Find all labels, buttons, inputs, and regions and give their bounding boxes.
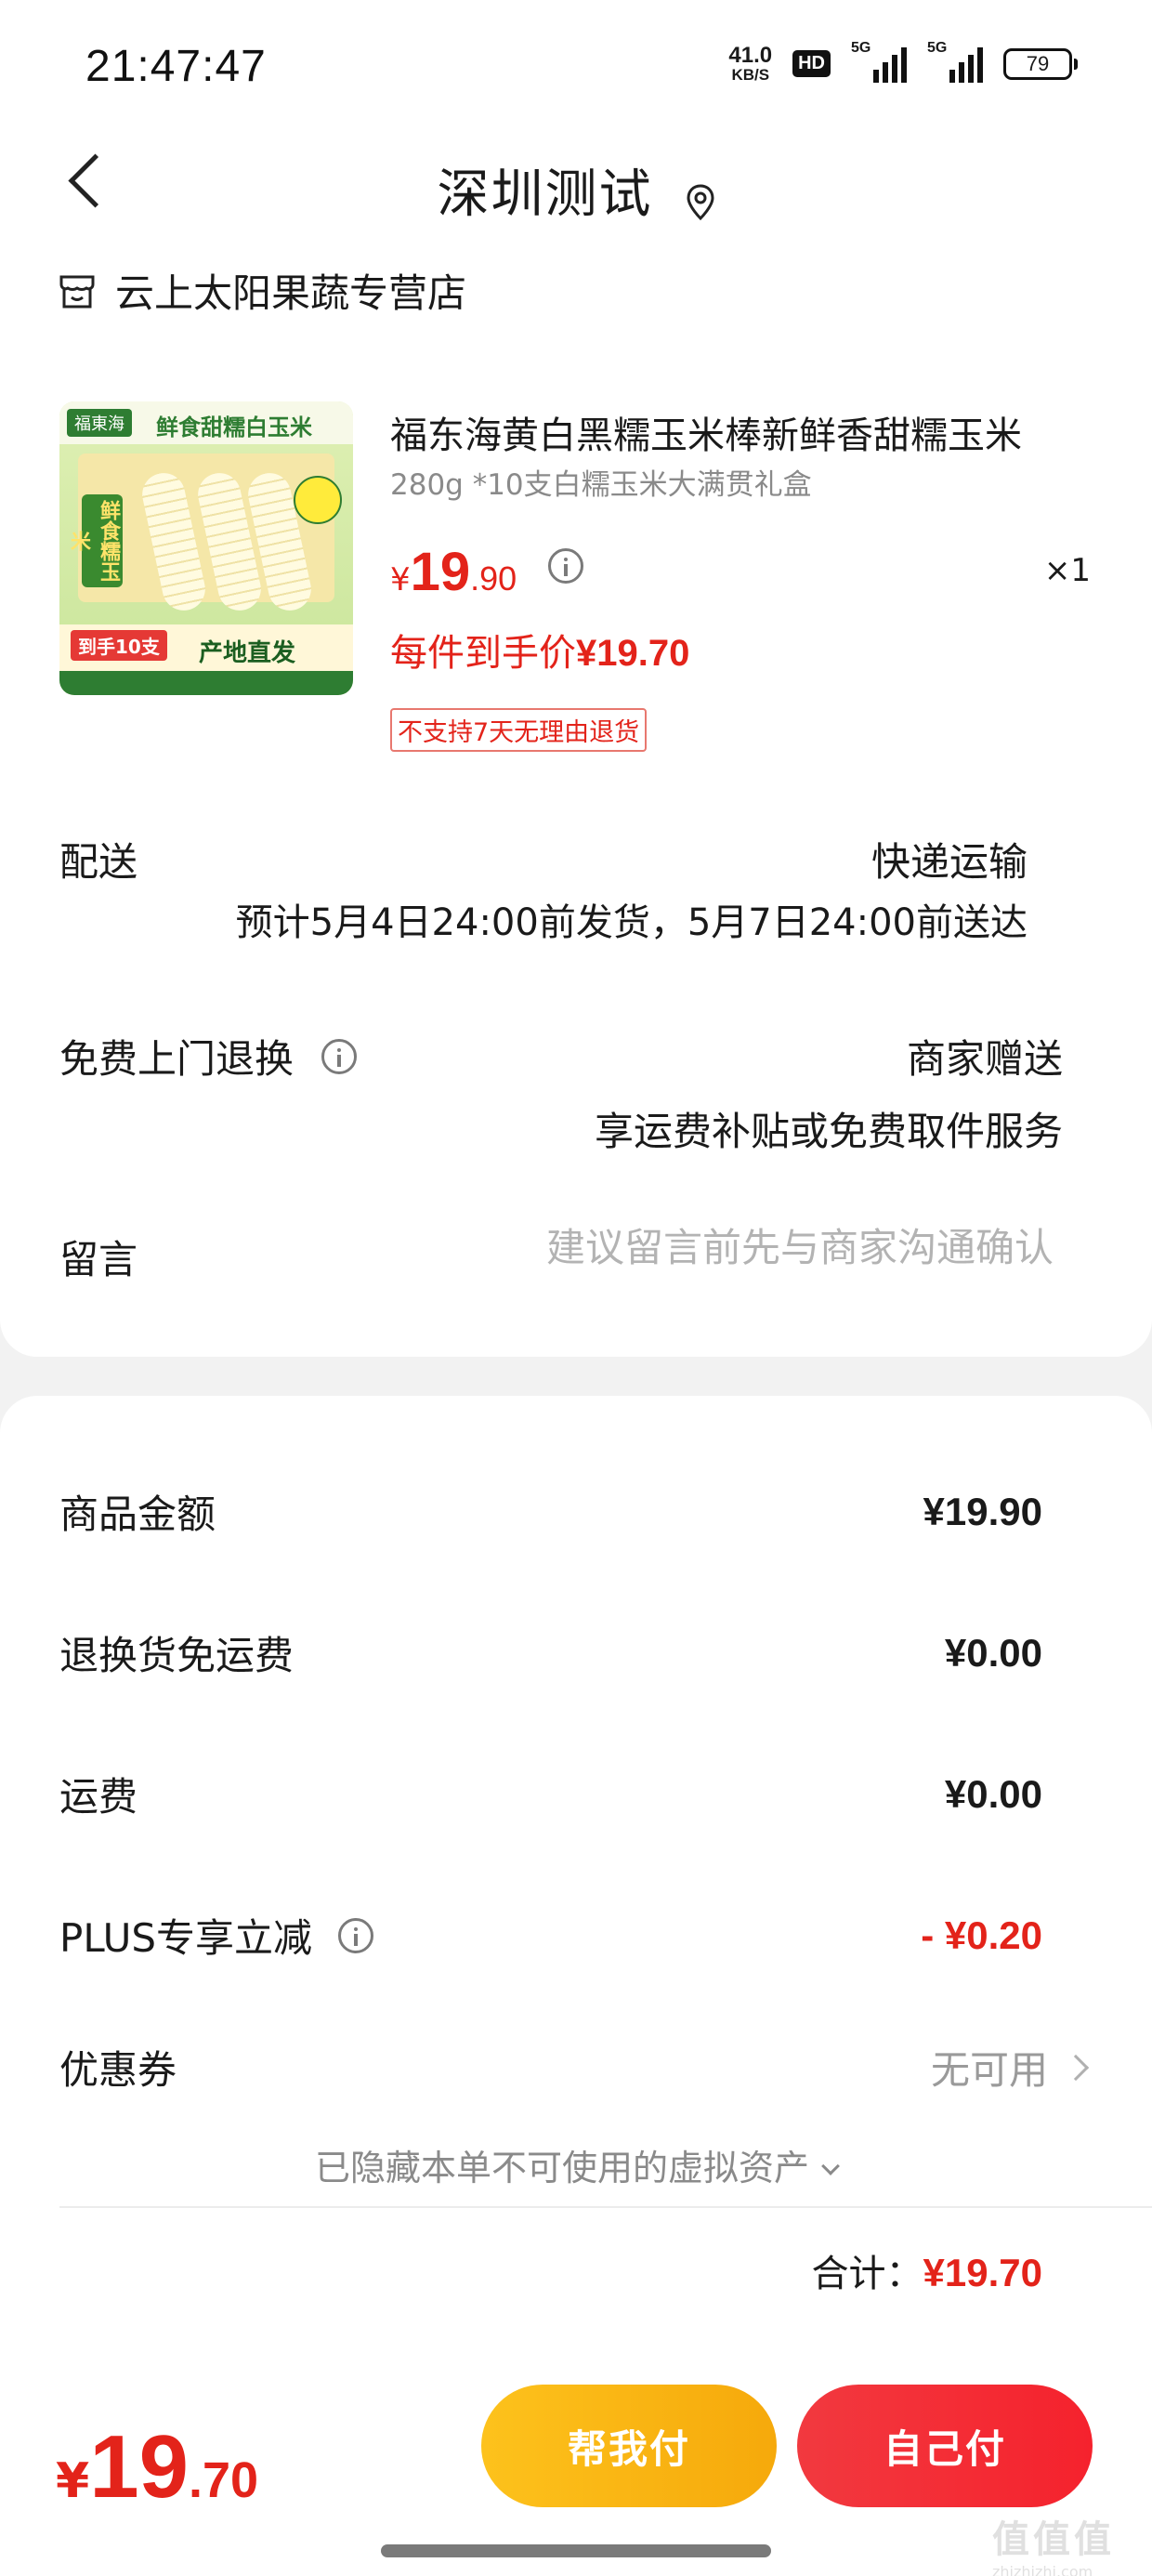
shipping-value: ¥0.00 bbox=[944, 1771, 1042, 1816]
signal-label-secondary: 5G bbox=[927, 39, 948, 56]
signal-5g-icon: 5G bbox=[851, 40, 907, 83]
summary-goods-amount-row: 商品金额 ¥19.90 bbox=[59, 1483, 1042, 1540]
product-image-tag: 到手10支 bbox=[71, 630, 167, 661]
price-summary-card bbox=[0, 1396, 1152, 2362]
price-currency: ¥ bbox=[390, 561, 411, 598]
final-price-label: 每件到手价 bbox=[390, 632, 576, 675]
network-speed-value: 41.0 bbox=[728, 43, 773, 68]
total-label: 合计： bbox=[811, 2253, 923, 2295]
order-card: 云上太阳果蔬专营店 福東海 鲜食甜糯白玉米 鲜食糯玉米 到手10支 产地直发 福… bbox=[0, 242, 1152, 1357]
product-image-headline: 鲜食甜糯白玉米 bbox=[156, 414, 312, 440]
chevron-right-icon bbox=[1062, 2054, 1090, 2081]
summary-plus-discount-row: PLUS专享立减 - ¥0.20 bbox=[59, 1907, 1042, 1964]
product-quantity: ×1 bbox=[1043, 552, 1091, 589]
return-service-label-row: 免费上门退换 bbox=[59, 1028, 358, 1084]
shipping-label: 运费 bbox=[59, 1774, 138, 1820]
final-price: 每件到手价¥19.70 bbox=[390, 623, 689, 677]
network-speed: 41.0 KB/S bbox=[728, 43, 773, 84]
delivery-estimate: 预计5月4日24:00前发货，5月7日24:00前送达 bbox=[235, 901, 1028, 944]
home-indicator[interactable] bbox=[381, 2544, 771, 2557]
page-title: 深圳测试 bbox=[437, 164, 653, 225]
header-title-wrap: 深圳测试 bbox=[0, 152, 1152, 228]
coupon-value-wrap: 无可用 bbox=[930, 2039, 1090, 2096]
signal-label: 5G bbox=[851, 39, 871, 56]
return-policy-badge: 不支持7天无理由退货 bbox=[390, 708, 648, 752]
product-image-brand: 福東海 bbox=[67, 409, 132, 437]
status-icons: 41.0 KB/S HD 5G 5G 79 bbox=[728, 40, 1078, 84]
product-image-origin: 产地直发 bbox=[199, 639, 296, 667]
store-icon bbox=[59, 275, 95, 308]
battery-icon: 79 bbox=[1003, 47, 1078, 80]
header: 深圳测试 bbox=[0, 130, 1152, 242]
pay-amount: ¥ 19 .70 bbox=[56, 2416, 258, 2518]
divider bbox=[59, 2206, 1152, 2208]
network-speed-unit: KB/S bbox=[731, 66, 770, 84]
goods-amount-value: ¥19.90 bbox=[923, 1489, 1042, 1533]
self-pay-button[interactable]: 自己付 bbox=[797, 2385, 1093, 2507]
watermark-url: zhizhizhi.com bbox=[992, 2563, 1093, 2576]
coupon-value: 无可用 bbox=[930, 2047, 1048, 2093]
return-service-info-icon[interactable] bbox=[321, 1038, 358, 1074]
message-input[interactable] bbox=[478, 1225, 1054, 1270]
product-price: ¥ 19 .90 bbox=[390, 541, 517, 603]
shop-row[interactable]: 云上太阳果蔬专营店 bbox=[58, 262, 466, 319]
plus-discount-info-icon[interactable] bbox=[338, 1917, 374, 1953]
watermark-logo: 值值值 zhizhizhi.com bbox=[992, 2509, 1141, 2576]
status-bar: 21:47:47 41.0 KB/S HD 5G 5G 79 bbox=[0, 0, 1152, 130]
product-title[interactable]: 福东海黄白黑糯玉米棒新鲜香甜糯玉米 bbox=[390, 405, 1068, 459]
plus-discount-value: - ¥0.20 bbox=[921, 1912, 1042, 1957]
status-time: 21:47:47 bbox=[85, 42, 267, 91]
summary-coupon-row[interactable]: 优惠券 无可用 bbox=[59, 2039, 1090, 2096]
pay-amount-decimal: .70 bbox=[188, 2452, 259, 2508]
chevron-down-icon bbox=[821, 2157, 840, 2175]
battery-level: 79 bbox=[1003, 47, 1072, 80]
hd-voice-icon: HD bbox=[792, 50, 831, 77]
return-service-label: 免费上门退换 bbox=[59, 1036, 295, 1082]
signal-5g-secondary-icon: 5G bbox=[927, 40, 983, 83]
summary-return-shipping-row: 退换货免运费 ¥0.00 bbox=[59, 1624, 1042, 1681]
pay-amount-integer: 19 bbox=[89, 2417, 189, 2517]
price-info-icon[interactable] bbox=[548, 548, 583, 584]
summary-shipping-row: 运费 ¥0.00 bbox=[59, 1766, 1042, 1822]
message-label: 留言 bbox=[59, 1237, 138, 1282]
coupon-label: 优惠券 bbox=[59, 2047, 177, 2093]
plus-discount-label-wrap: PLUS专享立减 bbox=[59, 1907, 374, 1964]
total-amount: ¥19.70 bbox=[923, 2251, 1042, 2294]
return-service-provider: 商家赠送 bbox=[906, 1036, 1063, 1082]
pay-currency: ¥ bbox=[56, 2453, 90, 2509]
watermark-glyphs: 值值值 bbox=[992, 2518, 1115, 2561]
final-price-value: ¥19.70 bbox=[576, 633, 690, 674]
plus-discount-label: PLUS专享立减 bbox=[59, 1915, 313, 1961]
return-shipping-value: ¥0.00 bbox=[944, 1630, 1042, 1675]
product-spec: 280g *10支白糯玉米大满贯礼盒 bbox=[390, 468, 812, 502]
product-image[interactable]: 福東海 鲜食甜糯白玉米 鲜食糯玉米 到手10支 产地直发 bbox=[59, 401, 353, 695]
price-decimal: .90 bbox=[470, 559, 517, 598]
hidden-assets-toggle[interactable]: 已隐藏本单不可使用的虚拟资产 bbox=[0, 2139, 1152, 2190]
goods-amount-label: 商品金额 bbox=[59, 1492, 216, 1537]
return-service-description: 享运费补贴或免费取件服务 bbox=[594, 1109, 1063, 1154]
total-row: 合计： ¥19.70 bbox=[812, 2243, 1042, 2297]
friend-pay-button[interactable]: 帮我付 bbox=[481, 2385, 777, 2507]
location-pin-icon[interactable] bbox=[686, 183, 715, 221]
hidden-assets-text: 已隐藏本单不可使用的虚拟资产 bbox=[314, 2148, 809, 2188]
price-integer: 19 bbox=[410, 542, 471, 602]
delivery-method: 快递运输 bbox=[871, 839, 1028, 885]
return-shipping-label: 退换货免运费 bbox=[59, 1633, 295, 1678]
delivery-label: 配送 bbox=[59, 839, 138, 885]
product-image-badge: 鲜食糯玉米 bbox=[67, 494, 123, 587]
shop-name: 云上太阳果蔬专营店 bbox=[115, 270, 467, 316]
